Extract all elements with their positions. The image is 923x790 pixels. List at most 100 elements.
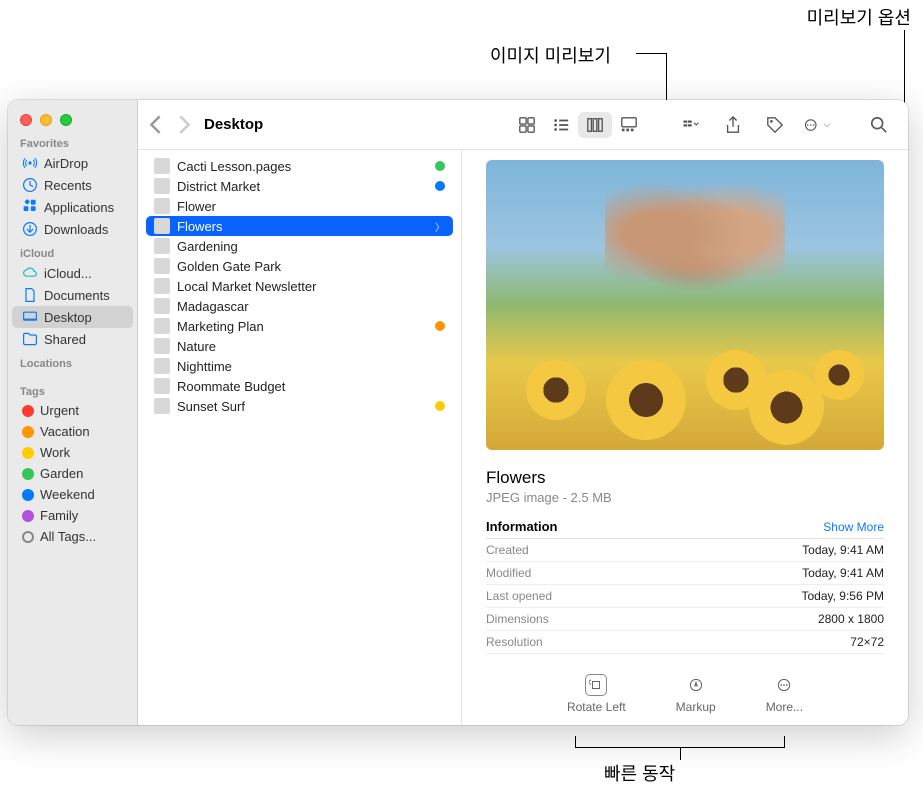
traffic-lights	[8, 100, 137, 130]
minimize-button[interactable]	[40, 114, 52, 126]
sidebar-item-label: Vacation	[40, 424, 90, 439]
qa-label: Rotate Left	[567, 700, 626, 714]
file-tag-icon	[435, 321, 445, 331]
sidebar-item-label: All Tags...	[40, 529, 96, 544]
sidebar-item-label: Shared	[44, 332, 86, 347]
sidebar-item-shared[interactable]: Shared	[12, 328, 133, 350]
all-tags-icon	[22, 531, 34, 543]
file-icon	[154, 178, 170, 194]
info-label: Last opened	[486, 589, 552, 603]
sidebar-item-airdrop[interactable]: AirDrop	[12, 152, 133, 174]
file-tag-icon	[435, 401, 445, 411]
back-button[interactable]	[150, 117, 161, 133]
rotate-button[interactable]: Rotate Left	[567, 674, 626, 714]
info-value: Today, 9:41 AM	[802, 566, 884, 580]
file-row[interactable]: Golden Gate Park	[146, 256, 453, 276]
file-row[interactable]: Gardening	[146, 236, 453, 256]
sidebar-item-applications[interactable]: Applications	[12, 196, 133, 218]
quick-actions: Rotate Left Markup More...	[486, 674, 884, 714]
markup-icon	[685, 674, 707, 696]
apps-icon	[22, 199, 38, 215]
file-row[interactable]: Nighttime	[146, 356, 453, 376]
file-name: Madagascar	[177, 299, 445, 314]
info-row: Resolution72×72	[486, 631, 884, 654]
view-mode-group	[510, 112, 646, 138]
tag-dot-icon	[22, 489, 34, 501]
file-row[interactable]: Nature	[146, 336, 453, 356]
file-row[interactable]: District Market	[146, 176, 453, 196]
sidebar-item-label: Urgent	[40, 403, 79, 418]
column-view-button[interactable]	[578, 112, 612, 138]
file-row[interactable]: Roommate Budget	[146, 376, 453, 396]
info-value: Today, 9:56 PM	[802, 589, 885, 603]
sidebar-item-icloud-[interactable]: iCloud...	[12, 262, 133, 284]
show-more-button[interactable]: Show More	[823, 520, 884, 534]
group-button[interactable]	[674, 112, 708, 138]
forward-button[interactable]	[179, 117, 190, 133]
file-row[interactable]: Flowers〉	[146, 216, 453, 236]
info-value: 2800 x 1800	[818, 612, 884, 626]
main-area: Desktop ⌵ Cacti Lesson.pagesDistrict Mar…	[138, 100, 908, 725]
qa-label: More...	[766, 700, 803, 714]
search-button[interactable]	[862, 112, 896, 138]
sidebar-item-downloads[interactable]: Downloads	[12, 218, 133, 240]
gallery-view-button[interactable]	[612, 112, 646, 138]
sidebar-item-recents[interactable]: Recents	[12, 174, 133, 196]
file-row[interactable]: Madagascar	[146, 296, 453, 316]
annotation-quick-actions: 빠른 동작	[604, 760, 675, 786]
sidebar-item-label: Weekend	[40, 487, 95, 502]
file-row[interactable]: Cacti Lesson.pages	[146, 156, 453, 176]
tag-dot-icon	[22, 447, 34, 459]
sidebar-tag-urgent[interactable]: Urgent	[12, 400, 133, 421]
file-name: Flower	[177, 199, 445, 214]
file-row[interactable]: Flower	[146, 196, 453, 216]
shared-icon	[22, 331, 38, 347]
file-icon	[154, 158, 170, 174]
file-icon	[154, 238, 170, 254]
sidebar-tag-garden[interactable]: Garden	[12, 463, 133, 484]
file-icon	[154, 318, 170, 334]
sidebar-item-documents[interactable]: Documents	[12, 284, 133, 306]
sidebar-tag-weekend[interactable]: Weekend	[12, 484, 133, 505]
icon-view-button[interactable]	[510, 112, 544, 138]
sidebar-item-label: AirDrop	[44, 156, 88, 171]
sidebar-section-icloud: iCloud	[8, 240, 137, 262]
sidebar-tag-family[interactable]: Family	[12, 505, 133, 526]
info-label: Dimensions	[486, 612, 549, 626]
file-name: Local Market Newsletter	[177, 279, 445, 294]
sidebar-tag-all-tags-[interactable]: All Tags...	[12, 526, 133, 547]
file-icon	[154, 218, 170, 234]
info-row: CreatedToday, 9:41 AM	[486, 539, 884, 562]
markup-button[interactable]: Markup	[676, 674, 716, 714]
sidebar: Favorites AirDropRecentsApplicationsDown…	[8, 100, 138, 725]
share-button[interactable]	[716, 112, 750, 138]
file-icon	[154, 398, 170, 414]
file-name: Marketing Plan	[177, 319, 428, 334]
file-row[interactable]: Local Market Newsletter	[146, 276, 453, 296]
sidebar-item-label: Work	[40, 445, 70, 460]
file-row[interactable]: Sunset Surf	[146, 396, 453, 416]
sidebar-item-desktop[interactable]: Desktop	[12, 306, 133, 328]
info-row: Last opened Today, 9:56 PM	[486, 585, 884, 608]
info-value: 72×72	[850, 635, 884, 649]
sidebar-item-label: Family	[40, 508, 78, 523]
file-name: Nighttime	[177, 359, 445, 374]
file-icon	[154, 378, 170, 394]
sidebar-tag-vacation[interactable]: Vacation	[12, 421, 133, 442]
sidebar-item-label: Downloads	[44, 222, 108, 237]
file-row[interactable]: Marketing Plan	[146, 316, 453, 336]
maximize-button[interactable]	[60, 114, 72, 126]
sidebar-tag-work[interactable]: Work	[12, 442, 133, 463]
annotation-line	[904, 30, 905, 112]
sidebar-item-label: Desktop	[44, 310, 92, 325]
list-view-button[interactable]	[544, 112, 578, 138]
rotate-icon	[585, 674, 607, 696]
action-button[interactable]: ⌵	[800, 112, 834, 138]
tags-button[interactable]	[758, 112, 792, 138]
annotation-line	[680, 748, 681, 760]
preview-image[interactable]	[486, 160, 884, 450]
close-button[interactable]	[20, 114, 32, 126]
finder-window: Favorites AirDropRecentsApplicationsDown…	[8, 100, 908, 725]
file-icon	[154, 338, 170, 354]
more-button[interactable]: More...	[766, 674, 803, 714]
